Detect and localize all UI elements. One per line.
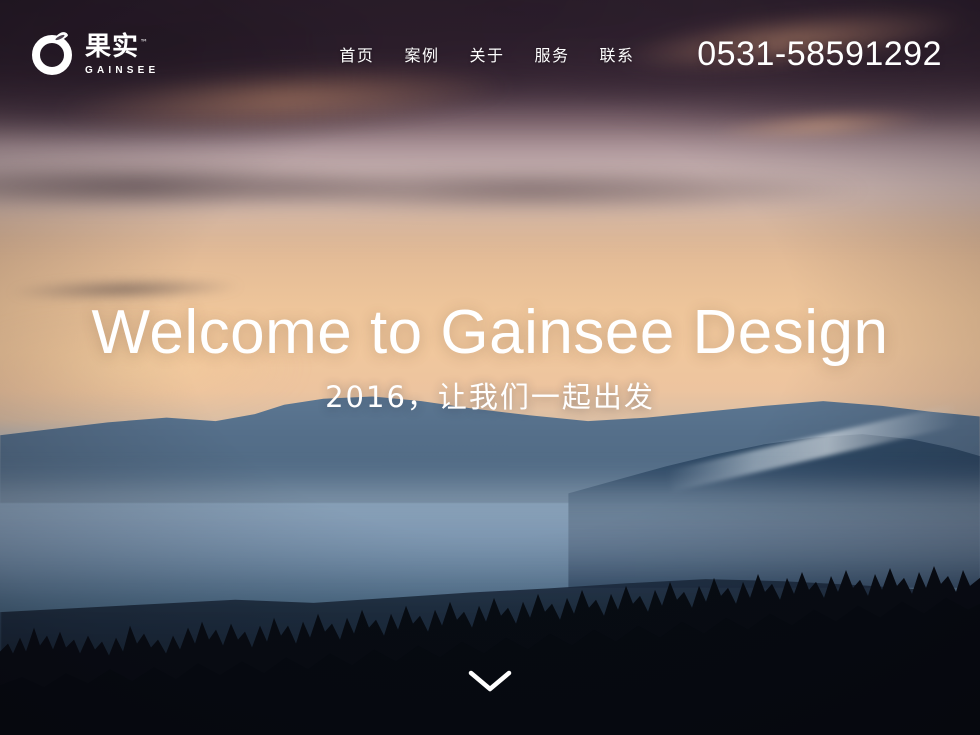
trademark-mark: ™ bbox=[140, 38, 149, 48]
contact-phone-number[interactable]: 0531-58591292 bbox=[697, 35, 942, 74]
hero-copy: Welcome to Gainsee Design 2016，让我们一起出发 bbox=[0, 300, 980, 412]
brand-name-cn: 果实™ bbox=[85, 32, 149, 62]
brand-wordmark: 果实™ GAINSEE bbox=[85, 32, 159, 76]
gainsee-fruit-ring-icon bbox=[32, 30, 74, 75]
main-navigation: 首页 案例 关于 服务 联系 bbox=[339, 42, 634, 66]
nav-item-cases[interactable]: 案例 bbox=[404, 42, 439, 66]
treeline-silhouette bbox=[0, 565, 980, 735]
nav-item-about[interactable]: 关于 bbox=[469, 42, 504, 66]
hero-title: Welcome to Gainsee Design bbox=[91, 298, 889, 367]
nav-item-home[interactable]: 首页 bbox=[339, 42, 374, 66]
nav-item-contact[interactable]: 联系 bbox=[599, 42, 634, 66]
chevron-down-icon[interactable] bbox=[467, 665, 513, 695]
mid-cloud-layer bbox=[0, 158, 902, 214]
hero-subtitle: 2016，让我们一起出发 bbox=[325, 380, 655, 415]
brand-logo-link[interactable]: 果实™ GAINSEE bbox=[32, 30, 159, 76]
hero-section: 果实™ GAINSEE 首页 案例 关于 服务 联系 0531-58591292… bbox=[0, 0, 980, 735]
site-header: 果实™ GAINSEE 首页 案例 关于 服务 联系 0531-58591292 bbox=[0, 0, 980, 108]
nav-item-services[interactable]: 服务 bbox=[534, 42, 569, 66]
brand-name-en: GAINSEE bbox=[85, 65, 160, 76]
